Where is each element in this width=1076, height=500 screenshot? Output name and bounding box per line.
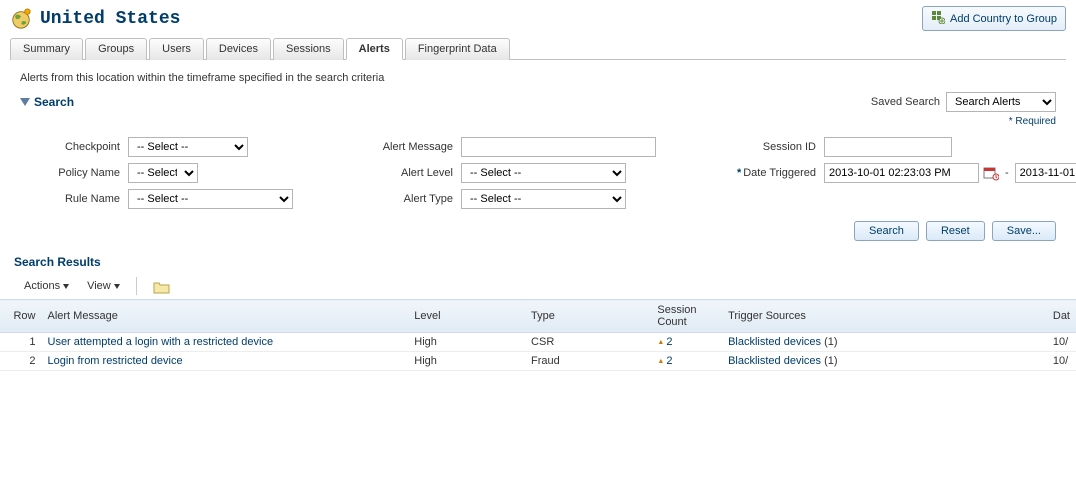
col-alert-message[interactable]: Alert Message	[42, 300, 409, 333]
session-count-link[interactable]: 2	[666, 355, 672, 367]
saved-search-label: Saved Search	[871, 96, 940, 108]
trigger-source-count: (1)	[824, 355, 837, 367]
alert-level-select[interactable]: -- Select --	[461, 163, 626, 183]
alert-message-link[interactable]: Login from restricted device	[48, 355, 183, 367]
col-level[interactable]: Level	[408, 300, 525, 333]
tab-alerts[interactable]: Alerts	[346, 38, 403, 60]
toolbar-separator	[136, 277, 137, 295]
checkpoint-label: Checkpoint	[30, 141, 128, 153]
session-id-label: Session ID	[706, 141, 824, 153]
reset-button[interactable]: Reset	[926, 221, 985, 241]
add-country-to-group-button[interactable]: Add Country to Group	[922, 6, 1066, 31]
actions-menu[interactable]: Actions	[18, 278, 75, 294]
results-table: Row Alert Message Level Type SessionCoun…	[0, 299, 1076, 371]
up-indicator-icon: ▲	[657, 339, 664, 346]
date-from-input[interactable]	[824, 163, 979, 183]
calendar-from-icon[interactable]	[983, 165, 999, 181]
trigger-source-link[interactable]: Blacklisted devices	[728, 336, 821, 348]
trigger-source-count: (1)	[824, 336, 837, 348]
cell-level: High	[408, 352, 525, 371]
grid-plus-icon	[931, 10, 945, 27]
alert-message-input[interactable]	[461, 137, 656, 157]
col-row[interactable]: Row	[0, 300, 42, 333]
search-heading-label: Search	[34, 95, 74, 109]
tab-fingerprint-data[interactable]: Fingerprint Data	[405, 38, 510, 60]
globe-icon	[10, 8, 32, 30]
cell-row: 1	[0, 333, 42, 352]
table-row: 1 User attempted a login with a restrict…	[0, 333, 1076, 352]
add-country-label: Add Country to Group	[950, 13, 1057, 25]
collapse-icon	[20, 98, 30, 106]
tab-summary[interactable]: Summary	[10, 38, 83, 60]
tab-groups[interactable]: Groups	[85, 38, 147, 60]
session-id-input[interactable]	[824, 137, 952, 157]
search-results-heading: Search Results	[0, 255, 1076, 273]
date-to-input[interactable]	[1015, 163, 1076, 183]
folder-icon	[153, 280, 169, 292]
alert-type-label: Alert Type	[353, 193, 461, 205]
session-count-link[interactable]: 2	[666, 336, 672, 348]
detach-button[interactable]	[147, 278, 175, 294]
alert-message-link[interactable]: User attempted a login with a restricted…	[48, 336, 274, 348]
rule-name-label: Rule Name	[30, 193, 128, 205]
tab-sessions[interactable]: Sessions	[273, 38, 344, 60]
up-indicator-icon: ▲	[657, 358, 664, 365]
cell-type: CSR	[525, 333, 651, 352]
search-section-toggle[interactable]: Search	[20, 95, 74, 109]
col-trigger-sources[interactable]: Trigger Sources	[722, 300, 1047, 333]
cell-date: 10/	[1047, 352, 1076, 371]
search-button[interactable]: Search	[854, 221, 919, 241]
checkpoint-select[interactable]: -- Select --	[128, 137, 248, 157]
tab-description: Alerts from this location within the tim…	[0, 60, 1076, 92]
required-note: * Required	[0, 112, 1076, 127]
tab-devices[interactable]: Devices	[206, 38, 271, 60]
save-button[interactable]: Save...	[992, 221, 1056, 241]
alert-message-label: Alert Message	[353, 141, 461, 153]
tab-bar: Summary Groups Users Devices Sessions Al…	[10, 37, 1066, 60]
saved-search-select[interactable]: Search Alerts	[946, 92, 1056, 112]
rule-name-select[interactable]: -- Select --	[128, 189, 293, 209]
tab-users[interactable]: Users	[149, 38, 204, 60]
col-session-count[interactable]: SessionCount	[651, 300, 722, 333]
trigger-source-link[interactable]: Blacklisted devices	[728, 355, 821, 367]
cell-row: 2	[0, 352, 42, 371]
alert-type-select[interactable]: -- Select --	[461, 189, 626, 209]
col-type[interactable]: Type	[525, 300, 651, 333]
cell-date: 10/	[1047, 333, 1076, 352]
view-menu[interactable]: View	[81, 278, 126, 294]
col-date[interactable]: Dat	[1047, 300, 1076, 333]
cell-type: Fraud	[525, 352, 651, 371]
date-triggered-label: *Date Triggered	[706, 167, 824, 179]
policy-name-select[interactable]: -- Select --	[128, 163, 198, 183]
date-range-separator: -	[999, 167, 1015, 179]
chevron-down-icon	[114, 284, 120, 289]
cell-level: High	[408, 333, 525, 352]
page-title: United States	[40, 9, 180, 29]
alert-level-label: Alert Level	[353, 167, 461, 179]
chevron-down-icon	[63, 284, 69, 289]
policy-name-label: Policy Name	[30, 167, 128, 179]
table-row: 2 Login from restricted device High Frau…	[0, 352, 1076, 371]
